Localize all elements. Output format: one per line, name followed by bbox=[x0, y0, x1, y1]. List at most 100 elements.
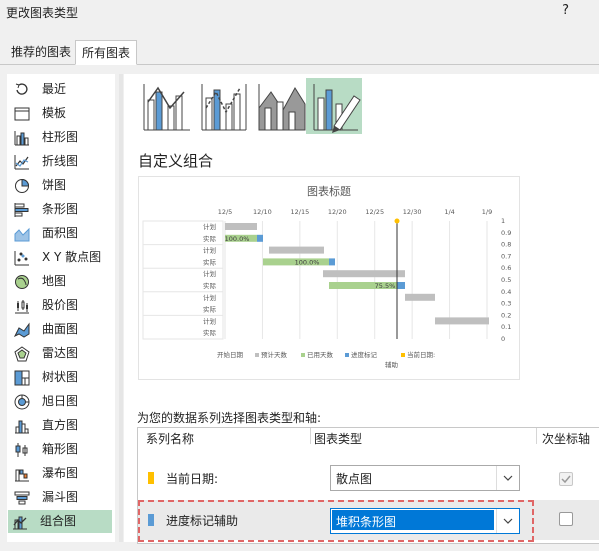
chart-type-dropdown[interactable]: 堆积条形图 bbox=[330, 508, 520, 534]
current-date-marker bbox=[394, 218, 400, 224]
sidebar-item-label: 雷达图 bbox=[42, 346, 79, 360]
sidebar-item-label: 瀑布图 bbox=[42, 466, 79, 480]
sidebar-item-template[interactable]: 模板 bbox=[10, 102, 114, 125]
legend-label: 当前日期: bbox=[407, 350, 435, 359]
gantt-bar bbox=[269, 246, 324, 254]
legend-swatch bbox=[345, 353, 349, 357]
series-prompt: 为您的数据系列选择图表类型和轴: bbox=[137, 411, 322, 425]
sidebar-item-bar-chart[interactable]: 条形图 bbox=[10, 198, 114, 221]
gantt-bar bbox=[329, 258, 335, 266]
legend-swatch bbox=[211, 353, 215, 357]
x-tick-label: 12/30 bbox=[403, 208, 422, 216]
preview-title: 图表标题 bbox=[307, 184, 351, 198]
y2-tick-label: 0.8 bbox=[501, 241, 511, 249]
sidebar-item-label: 旭日图 bbox=[42, 394, 79, 408]
chart-preview: 图表标题 12/5 12/10 12/15 12/20 12/25 12/30 1/4 1/9… bbox=[138, 176, 520, 380]
sub-row-label: 实际 bbox=[203, 234, 217, 243]
sidebar-item-funnel[interactable]: 漏斗图 bbox=[10, 486, 114, 509]
chevron-down-icon[interactable] bbox=[496, 466, 519, 490]
combo-subtype-custom[interactable] bbox=[306, 78, 362, 134]
x-tick-label: 1/4 bbox=[444, 208, 454, 216]
tab-recommended-charts[interactable]: 推荐的图表 bbox=[5, 40, 77, 64]
combo-subtype-clustered-column-line[interactable] bbox=[138, 78, 194, 134]
sidebar-item-area-chart[interactable]: 面积图 bbox=[10, 222, 114, 245]
sidebar-item-stock-chart[interactable]: 股价图 bbox=[10, 294, 114, 317]
legend-label: 预计天数 bbox=[261, 350, 288, 359]
sub-row-label: 计划 bbox=[203, 246, 216, 255]
preview-legend: 开始日期 预计天数 已用天数 进度标记辅助当前日期: bbox=[211, 350, 435, 369]
header-series-name: 系列名称 bbox=[146, 432, 195, 446]
column-separator[interactable] bbox=[536, 428, 537, 444]
sidebar-item-column-chart[interactable]: 柱形图 bbox=[10, 126, 114, 149]
pie-chart-icon bbox=[14, 178, 30, 194]
sunburst-icon bbox=[14, 394, 30, 410]
y2-tick-label: 0.4 bbox=[501, 288, 511, 296]
secondary-axis-checkbox[interactable] bbox=[559, 512, 573, 526]
section-title: 自定义组合 bbox=[138, 152, 214, 170]
sidebar-item-sunburst[interactable]: 旭日图 bbox=[10, 390, 114, 413]
combo-subtype-clustered-column-line-secondary[interactable] bbox=[196, 78, 252, 134]
sidebar-item-map-chart[interactable]: 地图 bbox=[10, 270, 114, 293]
sidebar-item-recent[interactable]: 最近 bbox=[10, 78, 114, 101]
gantt-bar bbox=[225, 223, 257, 230]
legend-label: 辅助 bbox=[385, 360, 399, 369]
legend-label: 进度标记 bbox=[351, 350, 378, 359]
line-chart-icon bbox=[14, 154, 30, 170]
sub-row-label: 实际 bbox=[203, 257, 217, 266]
treemap-icon bbox=[14, 370, 30, 386]
x-tick-label: 12/15 bbox=[290, 208, 309, 216]
stacked-area-column-icon bbox=[258, 84, 306, 131]
sidebar-item-waterfall[interactable]: 瀑布图 bbox=[10, 462, 114, 485]
sub-row-label: 实际 bbox=[203, 281, 217, 290]
funnel-icon bbox=[14, 490, 30, 506]
tab-all-charts[interactable]: 所有图表 bbox=[75, 40, 138, 65]
header-secondary-axis: 次坐标轴 bbox=[542, 432, 591, 446]
sub-row-label: 计划 bbox=[203, 316, 216, 325]
sidebar-item-radar-chart[interactable]: 雷达图 bbox=[10, 342, 114, 365]
legend-swatch bbox=[255, 353, 259, 357]
combo-subtype-stacked-area-column[interactable] bbox=[253, 78, 309, 134]
chart-type-dropdown[interactable]: 散点图 bbox=[330, 465, 520, 491]
window-title: 更改图表类型 bbox=[6, 6, 79, 20]
sub-row-label: 计划 bbox=[203, 222, 216, 231]
sidebar-item-surface-chart[interactable]: 曲面图 bbox=[10, 318, 114, 341]
sidebar-item-treemap[interactable]: 树状图 bbox=[10, 366, 114, 389]
sidebar-item-combo-chart[interactable]: 组合图 bbox=[8, 510, 112, 533]
sidebar-item-histogram[interactable]: 直方图 bbox=[10, 414, 114, 437]
sidebar-item-label: 股价图 bbox=[42, 298, 79, 312]
scatter-chart-icon bbox=[14, 250, 30, 266]
surface-chart-icon bbox=[13, 322, 30, 338]
y2-tick-label: 0.3 bbox=[501, 300, 511, 308]
panel-divider bbox=[119, 74, 123, 542]
sidebar-item-label: 最近 bbox=[42, 82, 67, 96]
secondary-axis-checkbox[interactable] bbox=[559, 472, 573, 486]
x-tick-label: 12/20 bbox=[328, 208, 347, 216]
preview-percent-labels: 100.0% 100.0% 75.5% bbox=[225, 235, 396, 290]
sidebar-item-label: 地图 bbox=[42, 274, 67, 288]
percent-label: 100.0% bbox=[295, 258, 320, 266]
chevron-down-icon[interactable] bbox=[496, 509, 519, 533]
series-name: 进度标记辅助 bbox=[166, 514, 239, 528]
y2-tick-label: 1 bbox=[501, 217, 505, 225]
sidebar-item-box-whisker[interactable]: 箱形图 bbox=[10, 438, 114, 461]
sidebar-item-label: X Y 散点图 bbox=[42, 250, 102, 264]
x-tick-label: 12/25 bbox=[365, 208, 384, 216]
column-separator[interactable] bbox=[310, 428, 311, 444]
series-row-selected[interactable]: 进度标记辅助 堆积条形图 bbox=[138, 500, 599, 542]
y2-tick-label: 0.9 bbox=[501, 229, 511, 237]
custom-combo-pencil-icon bbox=[313, 84, 361, 133]
sidebar-item-line-chart[interactable]: 折线图 bbox=[10, 150, 114, 173]
y2-tick-label: 0 bbox=[501, 335, 505, 343]
preview-x-axis: 12/5 12/10 12/15 12/20 12/25 12/30 1/4 1/9 bbox=[218, 208, 493, 216]
sidebar-item-scatter-chart[interactable]: X Y 散点图 bbox=[10, 246, 114, 269]
title-bar: 更改图表类型 ? bbox=[0, 0, 599, 26]
sidebar-item-label: 折线图 bbox=[42, 154, 79, 168]
y2-tick-label: 0.6 bbox=[501, 264, 511, 272]
help-button[interactable]: ? bbox=[562, 3, 569, 18]
sidebar-item-label: 组合图 bbox=[40, 514, 77, 528]
combo-chart-icon bbox=[12, 514, 28, 530]
x-tick-label: 12/5 bbox=[218, 208, 233, 216]
sidebar-item-label: 柱形图 bbox=[42, 130, 79, 144]
sidebar-item-pie-chart[interactable]: 饼图 bbox=[10, 174, 114, 197]
y2-tick-label: 0.1 bbox=[501, 323, 511, 331]
